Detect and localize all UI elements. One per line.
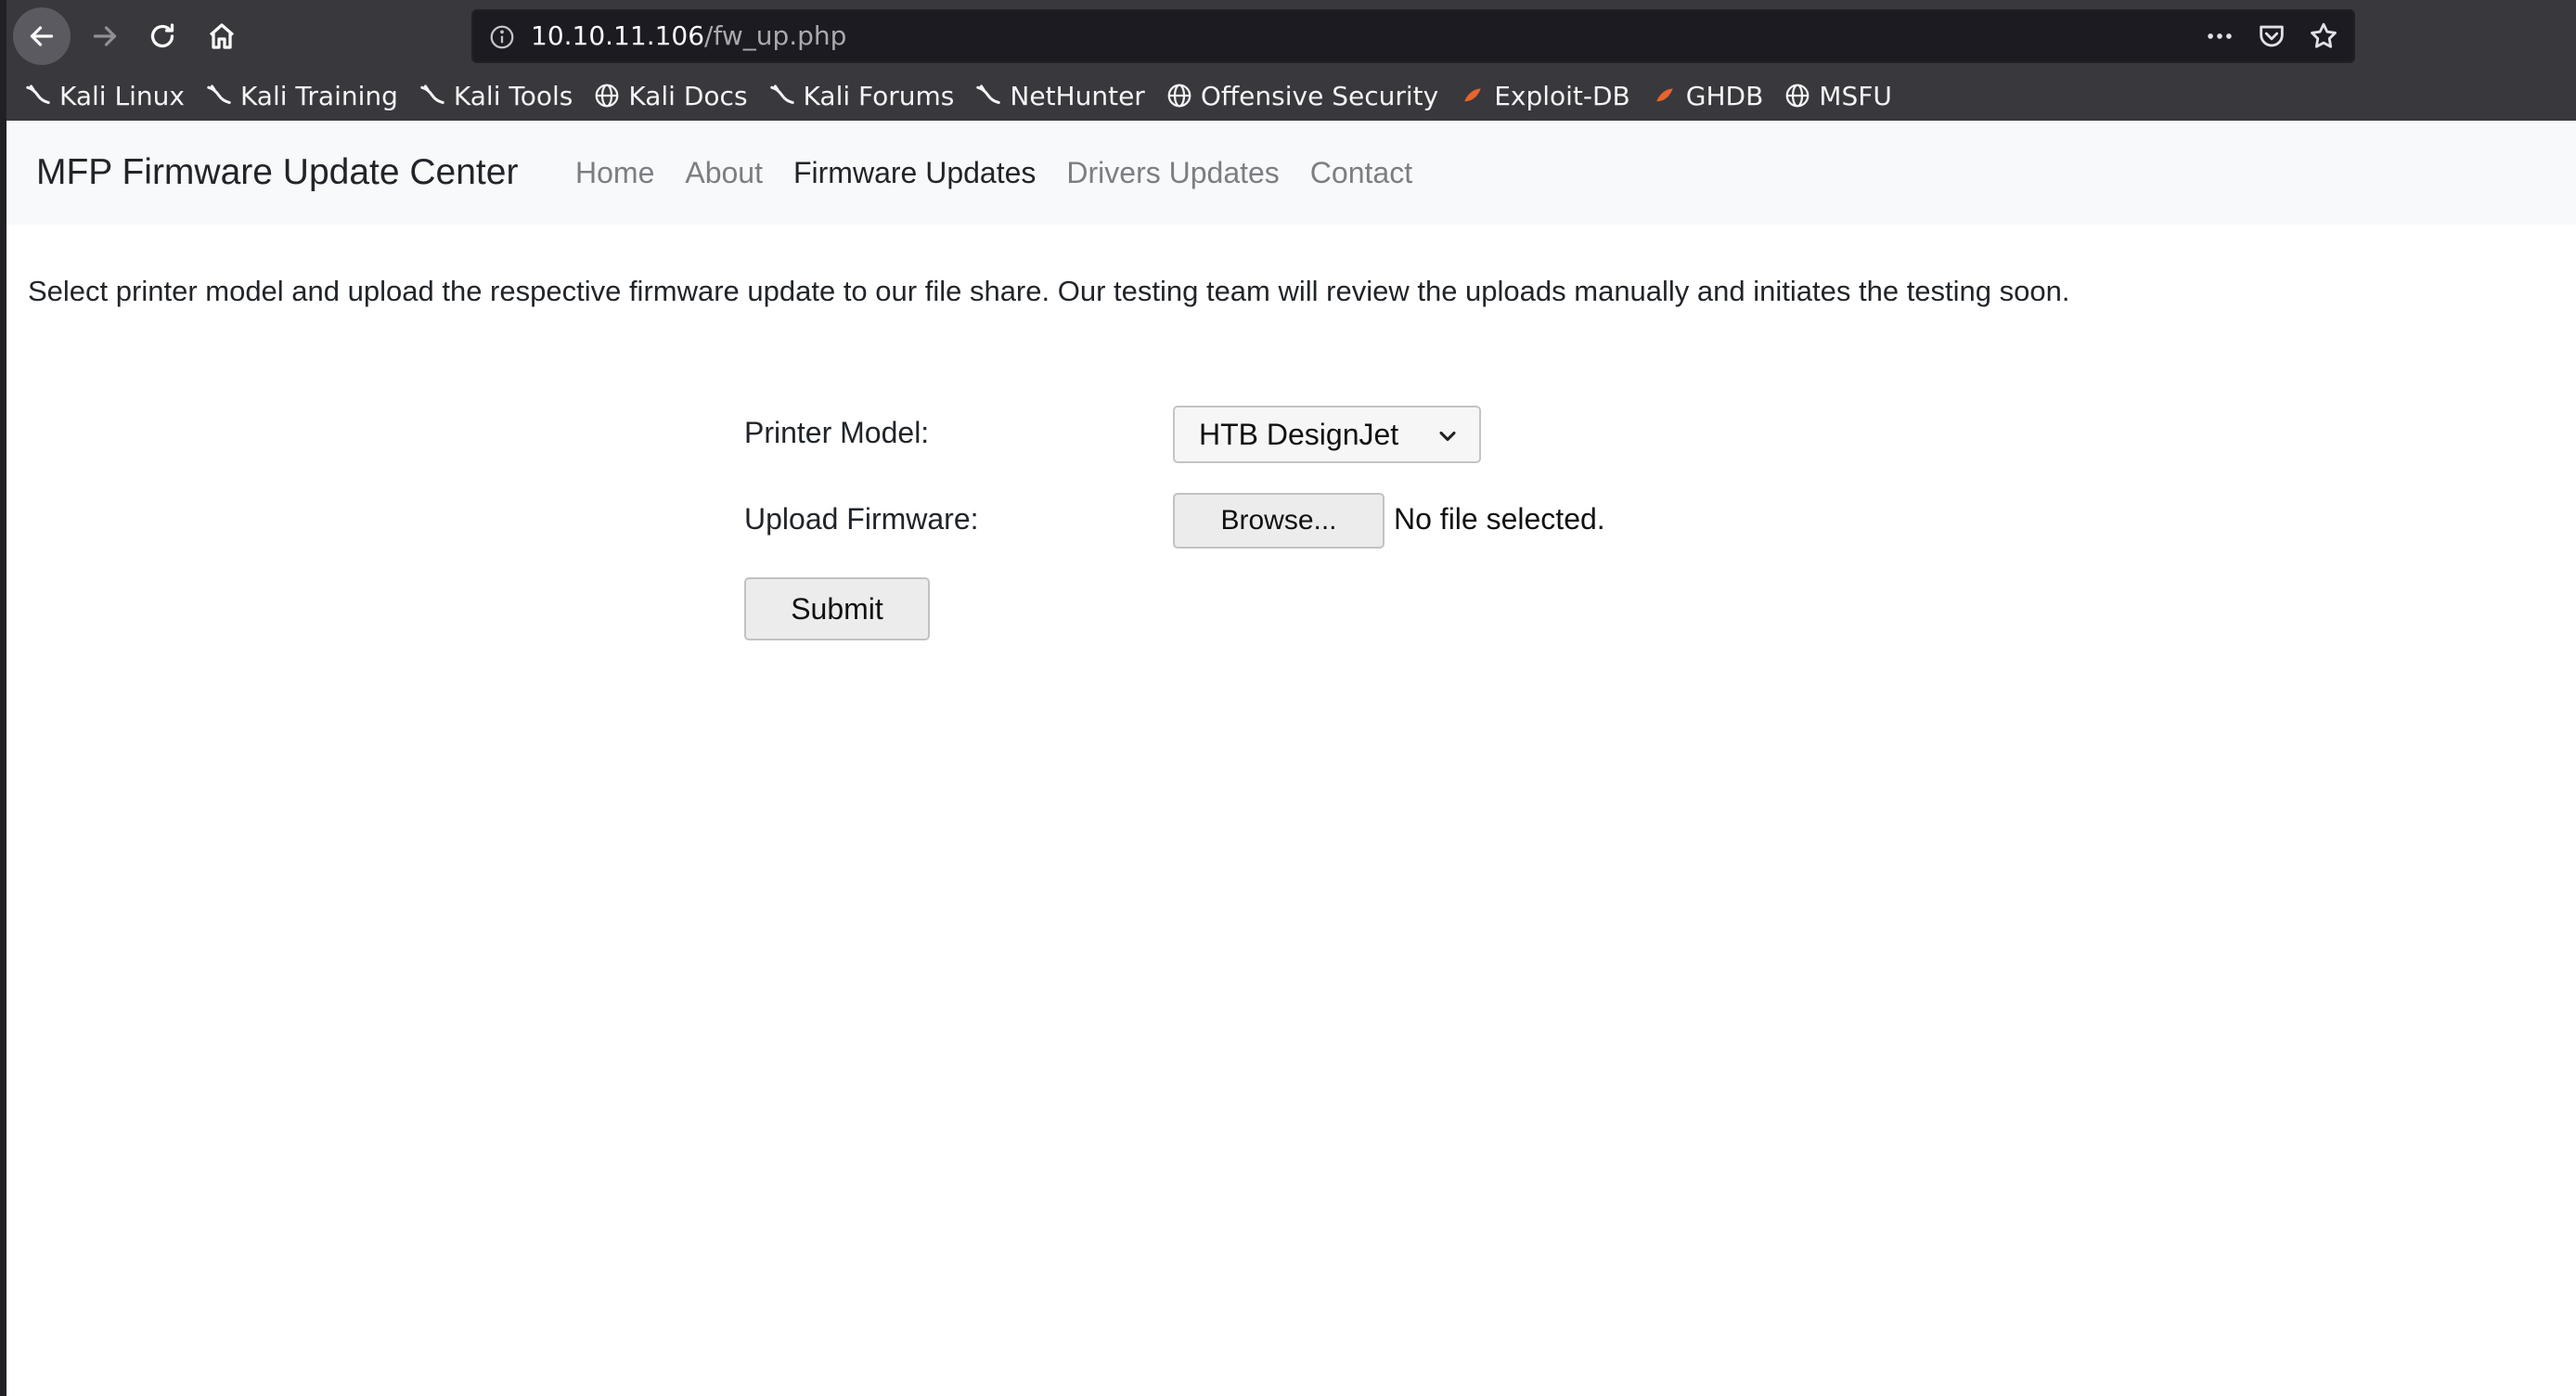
bookmarks-toolbar: Kali Linux Kali Training Kali Tools Kali… [24,74,1913,117]
bookmark-exploit-db[interactable]: Exploit-DB [1459,74,1630,117]
printer-model-label: Printer Model: [744,416,930,449]
url-path: /fw_up.php [704,20,847,51]
forward-button[interactable] [76,7,134,65]
bookmark-label: GHDB [1685,80,1764,111]
reload-button[interactable] [134,7,191,65]
reload-icon [150,23,174,48]
pocket-icon[interactable] [2255,19,2288,53]
url-text[interactable]: 10.10.11.106/fw_up.php [531,11,846,61]
browser-chrome: 10.10.11.106/fw_up.php Kali Linux Kali T… [0,0,2576,121]
home-button[interactable] [193,7,251,65]
chevron-down-icon [1435,422,1461,448]
kali-dragon-icon [419,82,446,110]
printer-model-value: HTB DesignJet [1199,417,1399,451]
file-status: No file selected. [1394,502,1605,536]
bookmark-label: Exploit-DB [1494,80,1630,111]
bookmark-label: Kali Tools [453,80,573,111]
back-button[interactable] [13,7,71,65]
bookmark-kali-docs[interactable]: Kali Docs [593,74,748,117]
kali-dragon-icon [205,82,233,110]
kali-dragon-icon [768,82,796,110]
bookmark-msfu[interactable]: MSFU [1784,74,1892,117]
bookmark-star-icon[interactable] [2307,19,2340,53]
bookmark-kali-forums[interactable]: Kali Forums [768,74,955,117]
bookmark-kali-linux[interactable]: Kali Linux [24,74,185,117]
nav-link-firmware-updates[interactable]: Firmware Updates [793,156,1036,190]
arrow-right-icon [93,26,117,46]
window-edge [0,0,6,1396]
exploit-db-icon [1651,82,1679,110]
url-host: 10.10.11.106 [531,20,705,51]
exploit-db-icon [1459,82,1487,110]
bookmark-label: Kali Training [239,80,398,111]
bookmark-label: Kali Linux [59,80,185,111]
bookmark-nethunter[interactable]: NetHunter [974,74,1145,117]
bookmark-label: MSFU [1819,80,1892,111]
nav-link-drivers-updates[interactable]: Drivers Updates [1066,156,1279,190]
bookmark-label: Kali Forums [803,80,955,111]
home-icon [209,23,235,49]
bookmark-kali-training[interactable]: Kali Training [205,74,398,117]
bookmark-kali-tools[interactable]: Kali Tools [419,74,573,117]
bookmark-offensive-security[interactable]: Offensive Security [1166,74,1438,117]
info-icon[interactable] [488,23,516,51]
arrow-left-icon [30,26,54,46]
url-bar[interactable]: 10.10.11.106/fw_up.php [471,9,2355,63]
bookmark-label: Offensive Security [1200,80,1439,111]
kali-dragon-icon [974,82,1002,110]
intro-text: Select printer model and upload the resp… [28,275,2070,307]
nav-link-home[interactable]: Home [575,156,654,190]
globe-icon [1784,82,1811,110]
browser-toolbar: 10.10.11.106/fw_up.php [0,0,2576,74]
globe-icon [1166,82,1193,110]
site-brand[interactable]: MFP Firmware Update Center [36,121,518,225]
printer-model-select[interactable]: HTB DesignJet [1173,406,1481,463]
url-actions [2203,17,2340,56]
submit-button[interactable]: Submit [744,577,930,640]
nav-links: Home About Firmware Updates Drivers Upda… [575,121,1443,225]
kali-dragon-icon [24,82,52,110]
browse-button[interactable]: Browse... [1173,493,1385,549]
bookmark-label: NetHunter [1010,80,1145,111]
nav-link-contact[interactable]: Contact [1310,156,1412,190]
more-actions-icon[interactable] [2203,19,2236,53]
bookmark-label: Kali Docs [628,80,748,111]
nav-link-about[interactable]: About [685,156,763,190]
site-navbar: MFP Firmware Update Center Home About Fi… [6,121,2576,225]
globe-icon [593,82,621,110]
upload-firmware-label: Upload Firmware: [744,502,979,536]
bookmark-ghdb[interactable]: GHDB [1651,74,1764,117]
